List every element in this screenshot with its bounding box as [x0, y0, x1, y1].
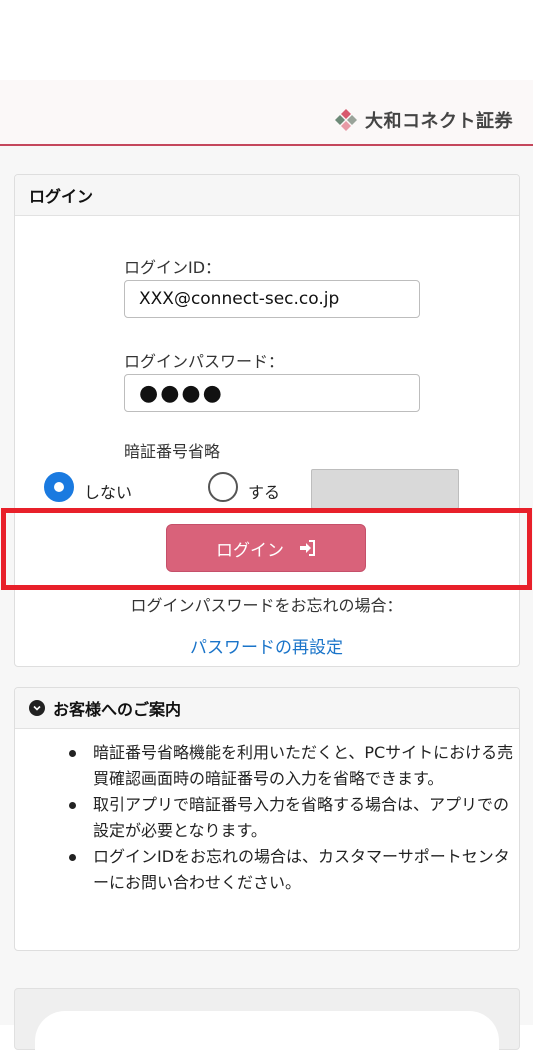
- login-button[interactable]: ログイン: [166, 524, 366, 572]
- brand-mark-icon: [335, 109, 357, 131]
- chevron-down-icon: [29, 700, 45, 716]
- login-card-header: ログイン: [15, 175, 519, 216]
- list-item: 暗証番号省略機能を利用いただくと、PCサイトにおける売買確認画面時の暗証番号の入…: [59, 740, 519, 792]
- bottom-inner-panel: [35, 1011, 499, 1061]
- radio-yes-label: する: [248, 483, 281, 502]
- list-item: ログインIDをお忘れの場合は、カスタマーサポートセンターにお問い合わせください。: [59, 844, 519, 896]
- password-label: ログインパスワード：: [124, 352, 285, 371]
- guide-card-header[interactable]: お客様へのご案内: [15, 688, 519, 729]
- radio-dot-icon: [54, 482, 64, 492]
- radio-yes[interactable]: [208, 472, 238, 502]
- forgot-password-text: ログインパスワードをお忘れの場合：: [130, 596, 403, 615]
- bottom-section: [14, 988, 520, 1061]
- login-id-label: ログインID：: [124, 258, 222, 277]
- password-value: ●●●●: [139, 380, 224, 406]
- sign-in-icon: [300, 540, 315, 556]
- login-id-value: XXX@connect-sec.co.jp: [139, 289, 340, 309]
- pin-input-disabled: [311, 469, 459, 509]
- brand-name: 大和コネクト証券: [365, 111, 513, 132]
- status-area: [0, 0, 533, 80]
- guide-card: お客様へのご案内 暗証番号省略機能を利用いただくと、PCサイトにおける売買確認画…: [14, 687, 520, 951]
- radio-no[interactable]: [44, 472, 74, 502]
- guide-title: お客様へのご案内: [53, 700, 182, 719]
- guide-list: 暗証番号省略機能を利用いただくと、PCサイトにおける売買確認画面時の暗証番号の入…: [59, 740, 519, 896]
- login-button-label: ログイン: [216, 540, 284, 561]
- radio-no-label: しない: [84, 483, 133, 502]
- site-header: 大和コネクト証券: [0, 80, 533, 146]
- login-id-input[interactable]: XXX@connect-sec.co.jp: [124, 280, 420, 318]
- pin-omit-label: 暗証番号省略: [124, 442, 221, 461]
- password-reset-link[interactable]: パスワードの再設定: [0, 633, 533, 658]
- brand-logo[interactable]: 大和コネクト証券: [333, 106, 513, 134]
- password-input[interactable]: ●●●●: [124, 374, 420, 412]
- list-item: 取引アプリで暗証番号入力を省略する場合は、アプリでの設定が必要となります。: [59, 792, 519, 844]
